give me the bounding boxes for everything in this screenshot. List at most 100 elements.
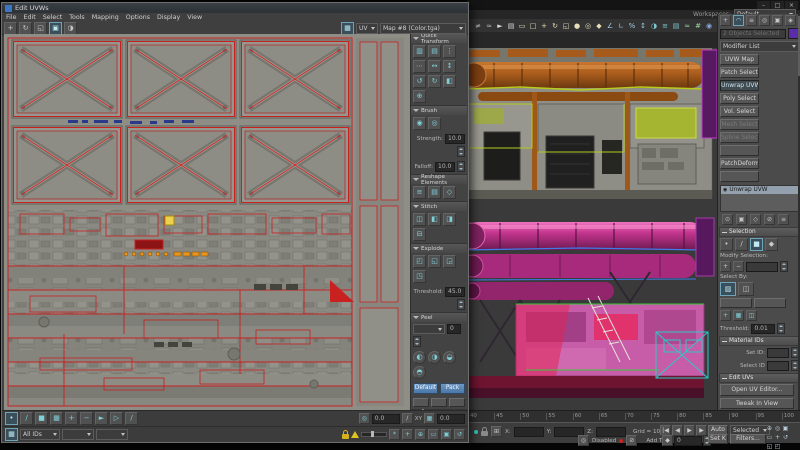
select-place-icon[interactable]: ● [572, 21, 582, 31]
utilities-tab[interactable]: ◈ [785, 15, 796, 26]
space-horizontal-icon[interactable]: ↔ [428, 60, 441, 73]
layer-explorer-icon[interactable]: ▤ [671, 21, 681, 31]
mirror-icon[interactable]: ◑ [649, 21, 659, 31]
modifier-button[interactable]: PatchDeform [720, 158, 759, 169]
edge-subobject-icon[interactable]: ∕ [735, 238, 748, 251]
pan-icon[interactable]: + [402, 429, 413, 440]
reset-peel-icon[interactable]: ◓ [413, 366, 426, 379]
make-unique-icon[interactable]: ◇ [750, 214, 761, 225]
menu-item[interactable]: File [6, 14, 17, 21]
relax-until-flat-icon[interactable]: ▤ [428, 186, 441, 199]
peel-spinner-field[interactable]: 0 [447, 324, 461, 334]
element-mode-icon[interactable]: ▦ [50, 412, 63, 425]
material-id-filter-dropdown[interactable]: All IDs [20, 429, 60, 440]
freeform-pencil-icon[interactable]: ∕ [125, 412, 138, 425]
break-by-smoothing-icon[interactable]: ◰ [413, 255, 426, 268]
modifier-button[interactable]: Spline Select [720, 132, 759, 143]
space-vertical-icon[interactable]: ↕ [443, 60, 456, 73]
threshold-spinner[interactable] [777, 323, 785, 334]
peel-mode-icon[interactable]: ◑ [428, 351, 441, 364]
loop-field[interactable] [746, 262, 778, 272]
v-tiling-dropdown[interactable] [96, 429, 128, 440]
flatten-by-smoothing-icon[interactable]: ◲ [443, 255, 456, 268]
menu-item[interactable]: Mapping [92, 14, 119, 21]
select-id-field[interactable] [767, 361, 789, 371]
shrink-selection-icon[interactable]: − [80, 412, 93, 425]
modifier-button[interactable]: Patch Select [720, 67, 759, 78]
rotate-ccw-icon[interactable]: ↺ [413, 75, 426, 88]
set-key-button[interactable]: Set K [708, 434, 728, 444]
grid-snap-icon[interactable]: ▦ [424, 413, 435, 424]
pivot-center-icon[interactable]: ◎ [583, 21, 593, 31]
select-by-slot-button[interactable] [720, 298, 752, 308]
select-arrow-icon[interactable]: ► [95, 412, 108, 425]
zoom-extents-icon[interactable]: ▣ [441, 429, 452, 440]
modifier-button[interactable] [720, 171, 759, 182]
paint-selection-icon[interactable]: ◆ [765, 238, 778, 251]
stitch-target-icon[interactable]: ⊟ [413, 228, 426, 241]
set-id-field[interactable] [767, 348, 789, 358]
freeform-mode-icon[interactable]: ▣ [49, 22, 62, 35]
stitch-average-icon[interactable]: ◨ [443, 213, 456, 226]
unlink-icon[interactable]: ≠ [473, 21, 483, 31]
key-filters-button[interactable]: Filters... [730, 434, 766, 444]
configure-modifier-sets-icon[interactable]: ≡ [778, 214, 789, 225]
select-manipulate-icon[interactable]: ◆ [594, 21, 604, 31]
modifier-button[interactable]: UVW Map [720, 54, 759, 65]
scale-tool-icon[interactable]: ◱ [34, 22, 47, 35]
peel-extra-button[interactable] [431, 398, 447, 407]
select-by-angle-icon[interactable]: ◫ [738, 282, 754, 296]
reshape-header[interactable]: Reshape Elements [411, 175, 467, 184]
explode-threshold-spinner[interactable] [457, 299, 465, 310]
motion-tab[interactable]: ◎ [759, 15, 770, 26]
show-active-map-icon[interactable]: ▦ [5, 428, 18, 441]
key-mode-icon[interactable]: ◆ [662, 435, 673, 446]
display-tab[interactable]: ▣ [772, 15, 783, 26]
absolute-offset-toggle-icon[interactable]: ⊞ [491, 426, 502, 437]
grid-size-field[interactable]: 0.0 [437, 414, 465, 424]
falloff-field[interactable]: 10.0 [435, 162, 455, 172]
modifier-list-dropdown[interactable]: Modifier List [720, 41, 799, 52]
lock-selection-icon[interactable] [342, 434, 349, 439]
align-icon[interactable]: ≡ [660, 21, 670, 31]
relax-brush-icon[interactable]: ◎ [428, 117, 441, 130]
create-tab[interactable]: + [720, 15, 731, 26]
relax-custom-icon[interactable]: ◇ [443, 186, 456, 199]
align-to-edge-icon[interactable]: ◧ [443, 75, 456, 88]
zoom-region-icon[interactable]: ▭ [766, 433, 773, 441]
zoom-region-icon[interactable]: ▭ [428, 429, 439, 440]
straighten-selection-icon[interactable]: ≡ [413, 186, 426, 199]
align-horizontal-icon[interactable]: ▥ [413, 45, 426, 58]
vertex-subobject-icon[interactable]: • [720, 238, 733, 251]
strength-spinner[interactable] [457, 146, 465, 157]
brightness-slider[interactable] [361, 432, 387, 437]
show-map-icon[interactable]: ▦ [341, 22, 354, 35]
texture-dropdown[interactable]: Map #8 (Color.tga) [380, 23, 466, 34]
menu-item[interactable]: Edit [24, 14, 36, 21]
peel-pack-button[interactable]: Pack [440, 383, 465, 394]
threshold-field[interactable]: 0.01 [751, 324, 775, 334]
falloff-type-icon[interactable]: ∕ [402, 413, 413, 424]
remove-modifier-icon[interactable]: ⊘ [764, 214, 775, 225]
spinner-snap-icon[interactable]: ↕ [638, 21, 648, 31]
menu-item[interactable]: Display [157, 14, 180, 21]
modifier-button[interactable]: Vol. Select [720, 106, 759, 117]
linear-align-v-icon[interactable]: ⋯ [413, 60, 426, 73]
grid-xy-icon[interactable]: ▦ [733, 310, 744, 321]
peel-extra-button[interactable] [413, 398, 429, 407]
x-field[interactable] [514, 427, 544, 437]
soft-selection-field[interactable]: 0.0 [372, 414, 400, 424]
explode-threshold-field[interactable]: 45.0 [445, 287, 465, 297]
linear-align-h-icon[interactable]: ⋮ [443, 45, 456, 58]
menu-item[interactable]: Tools [69, 14, 85, 21]
select-scale-icon[interactable]: ◱ [561, 21, 571, 31]
tweak-in-view-button[interactable]: Tweak In View [720, 398, 794, 409]
hierarchy-tab[interactable]: ≡ [746, 15, 757, 26]
pan-icon[interactable]: + [774, 433, 781, 441]
object-name-field[interactable]: 2 Objects Selected [720, 29, 786, 39]
stitch-source-icon[interactable]: ◧ [428, 213, 441, 226]
grow-selection-icon[interactable]: + [65, 412, 78, 425]
maximize-button[interactable]: □ [771, 1, 784, 9]
break-by-material-icon[interactable]: ◱ [428, 255, 441, 268]
select-by-slot-button[interactable] [754, 298, 786, 308]
